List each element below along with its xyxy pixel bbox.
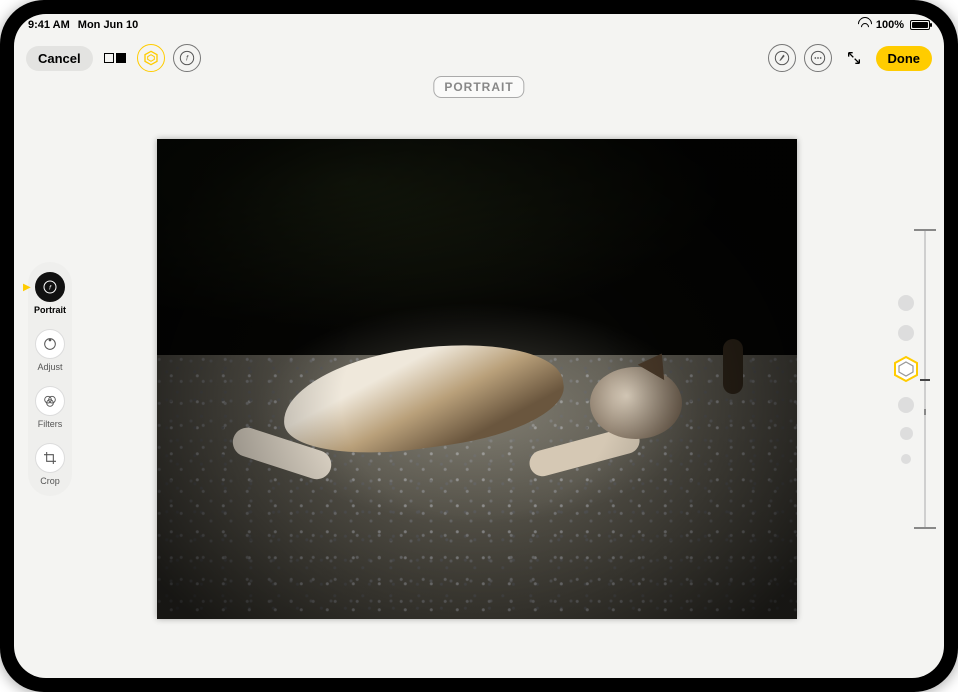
tool-crop[interactable]: Crop (34, 443, 66, 486)
wifi-icon (858, 19, 870, 31)
photo-canvas[interactable] (86, 80, 868, 678)
tool-strip: ▶ f Portrait Adjust Filters Crop (28, 262, 72, 496)
tool-label: Filters (38, 419, 63, 429)
status-time: 9:41 AM (28, 19, 70, 31)
done-button[interactable]: Done (876, 46, 933, 71)
markup-icon[interactable] (768, 44, 796, 72)
tool-filters[interactable]: Filters (34, 386, 66, 429)
battery-pct: 100% (876, 19, 904, 31)
aperture-f-icon[interactable]: f (173, 44, 201, 72)
lighting-option[interactable] (898, 295, 914, 311)
fullscreen-icon[interactable] (840, 44, 868, 72)
active-tool-caret-icon: ▶ (23, 282, 31, 293)
lighting-option[interactable] (901, 454, 911, 464)
tool-label: Adjust (37, 362, 62, 372)
battery-icon (910, 20, 930, 30)
status-date: Mon Jun 10 (78, 19, 139, 31)
lighting-option[interactable] (898, 397, 914, 413)
lighting-option[interactable] (898, 325, 914, 341)
portrait-hex-icon[interactable] (137, 44, 165, 72)
status-bar: 9:41 AM Mon Jun 10 100% (14, 14, 944, 36)
lighting-option[interactable] (900, 427, 913, 440)
svg-text:f: f (49, 285, 52, 292)
lighting-options (892, 295, 920, 464)
editor-toolbar: Cancel f PORTRAIT D (14, 36, 944, 80)
more-icon[interactable] (804, 44, 832, 72)
photo-preview (157, 139, 797, 619)
tool-label: Portrait (34, 305, 66, 315)
tool-portrait[interactable]: f Portrait (34, 272, 66, 315)
tool-label: Crop (40, 476, 60, 486)
intensity-slider-track[interactable] (924, 229, 926, 529)
tool-adjust[interactable]: Adjust (34, 329, 66, 372)
aspect-toggle[interactable] (101, 44, 129, 72)
svg-text:f: f (186, 54, 189, 63)
lighting-option-selected[interactable] (892, 355, 920, 383)
cancel-button[interactable]: Cancel (26, 46, 93, 71)
